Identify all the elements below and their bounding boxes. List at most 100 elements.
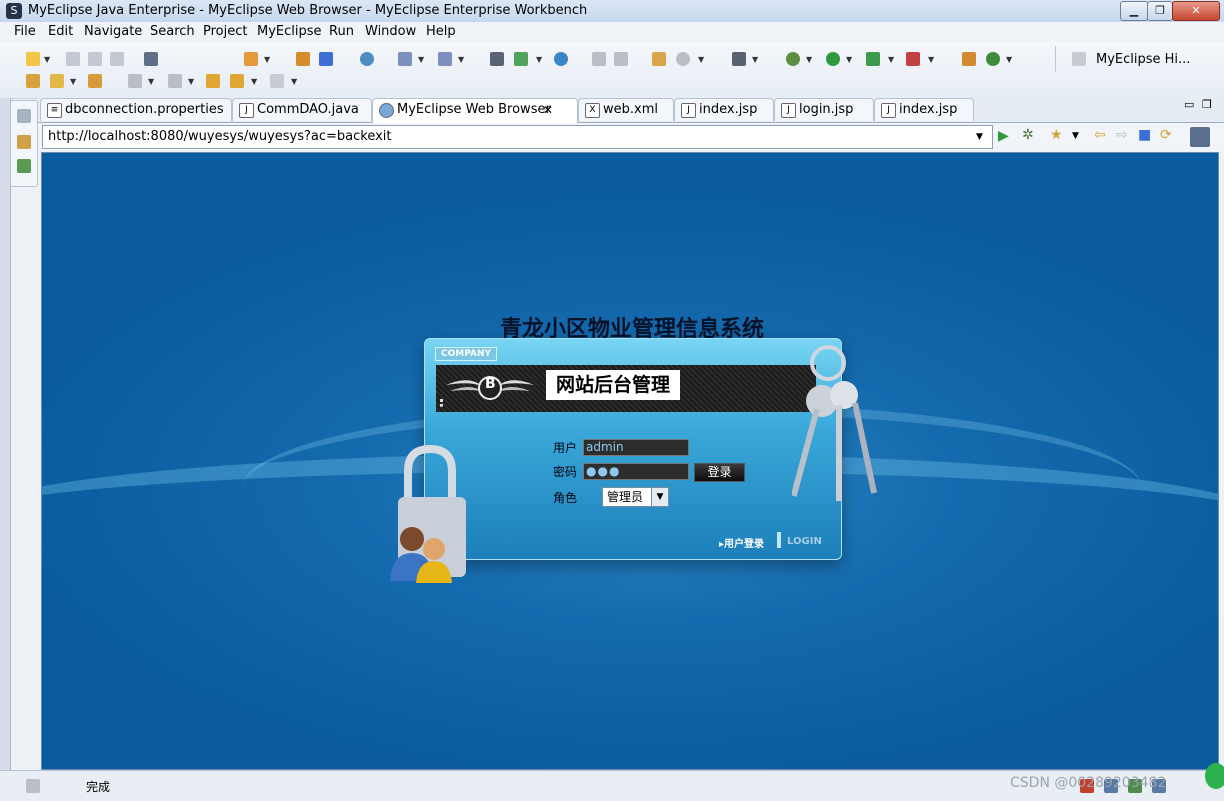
search-web-icon[interactable] <box>676 52 690 66</box>
browser-forward-icon[interactable]: ⇨ <box>1116 127 1128 143</box>
bookmark-icon[interactable] <box>88 74 102 88</box>
menu-window[interactable]: Window <box>365 24 416 39</box>
chevron-down-icon[interactable]: ▼ <box>651 488 668 506</box>
wizard2-dropdown-icon[interactable]: ▼ <box>458 55 464 64</box>
search-web-dropdown-icon[interactable]: ▼ <box>698 55 704 64</box>
role-select[interactable]: 管理员 ▼ <box>602 487 669 507</box>
menu-run[interactable]: Run <box>329 24 354 39</box>
network-speed-icon[interactable] <box>1205 763 1224 789</box>
user-login-link[interactable]: ▸用户登录 <box>719 535 764 550</box>
refresh-icon[interactable] <box>514 52 528 66</box>
pen-icon[interactable] <box>50 74 64 88</box>
last-edit-icon[interactable] <box>206 74 220 88</box>
maximize-editor-icon[interactable]: ❐ <box>1202 98 1212 111</box>
myeclipse-app-icon: S <box>6 3 22 19</box>
deploy-icon[interactable] <box>319 52 333 66</box>
menu-project[interactable]: Project <box>203 24 247 39</box>
tab-dbconnection-properties[interactable]: ≡ dbconnection.properties <box>40 98 232 121</box>
minimize-button[interactable]: ▁ <box>1120 1 1148 21</box>
run-dropdown-icon[interactable]: ▼ <box>846 55 852 64</box>
forward-icon[interactable] <box>270 74 284 88</box>
save-all-icon[interactable] <box>88 52 102 66</box>
menu-navigate[interactable]: Navigate <box>84 24 142 39</box>
perspective-switcher[interactable]: MyEclipse Hi... <box>1055 46 1221 72</box>
tab-commdao-java[interactable]: J CommDAO.java <box>232 98 372 121</box>
favorites-dropdown-icon[interactable]: ▼ <box>1072 131 1079 141</box>
hierarchy-view-icon[interactable] <box>17 159 31 173</box>
back-icon[interactable] <box>230 74 244 88</box>
cycle-dropdown-icon[interactable]: ▼ <box>1006 55 1012 64</box>
minimize-editor-icon[interactable]: ▭ <box>1184 98 1194 111</box>
server-icon[interactable] <box>360 52 374 66</box>
new-web-project-icon[interactable] <box>244 52 258 66</box>
monitor-dropdown-icon[interactable]: ▼ <box>752 55 758 64</box>
browser-refresh-icon[interactable]: ⟳ <box>1160 127 1172 143</box>
print-icon[interactable] <box>110 52 124 66</box>
run-external-icon[interactable] <box>866 52 880 66</box>
run-icon[interactable] <box>826 52 840 66</box>
tab-index-jsp[interactable]: J index.jsp <box>674 98 774 121</box>
forward-dropdown-icon[interactable]: ▼ <box>291 77 297 86</box>
refresh-dropdown-icon[interactable]: ▼ <box>536 55 542 64</box>
external-tools-icon[interactable] <box>906 52 920 66</box>
tab-login-jsp[interactable]: J login.jsp <box>774 98 874 121</box>
perspective-label[interactable]: MyEclipse Hi... <box>1096 52 1190 67</box>
binary-icon[interactable] <box>144 52 158 66</box>
hierarchy-icon[interactable] <box>490 52 504 66</box>
url-dropdown-icon[interactable]: ▼ <box>976 132 983 142</box>
editor-tabs: ≡ dbconnection.properties J CommDAO.java… <box>38 98 1224 123</box>
menu-file[interactable]: File <box>14 24 36 39</box>
maximize-button[interactable]: ❐ <box>1147 1 1173 21</box>
new-icon[interactable] <box>26 52 40 66</box>
menu-search[interactable]: Search <box>150 24 195 39</box>
menu-myeclipse[interactable]: MyEclipse <box>257 24 322 39</box>
close-button[interactable]: ✕ <box>1172 1 1220 21</box>
wizard2-icon[interactable] <box>438 52 452 66</box>
menu-help[interactable]: Help <box>426 24 456 39</box>
globe-icon[interactable] <box>554 52 568 66</box>
pen-dropdown-icon[interactable]: ▼ <box>70 77 76 86</box>
annotation-next-dropdown-icon[interactable]: ▼ <box>148 77 154 86</box>
open-type-icon[interactable] <box>962 52 976 66</box>
tab-web-xml[interactable]: X web.xml <box>578 98 674 121</box>
wizard-icon[interactable] <box>398 52 412 66</box>
package-explorer-icon[interactable] <box>17 135 31 149</box>
annotation-prev-dropdown-icon[interactable]: ▼ <box>188 77 194 86</box>
username-input[interactable]: admin <box>583 439 689 456</box>
open-folder-icon[interactable] <box>26 74 40 88</box>
annotation-prev-icon[interactable] <box>168 74 182 88</box>
debug-dropdown-icon[interactable]: ▼ <box>806 55 812 64</box>
debug-page-icon[interactable]: ✲ <box>1022 127 1034 143</box>
menu-edit[interactable]: Edit <box>48 24 73 39</box>
pointer-icon[interactable] <box>592 52 606 66</box>
stop-icon[interactable]: ■ <box>1138 127 1151 143</box>
tab-index-jsp-2[interactable]: J index.jsp <box>874 98 974 121</box>
monitor-icon[interactable] <box>732 52 746 66</box>
tab-web-browser[interactable]: MyEclipse Web Browser ✕ <box>372 98 578 123</box>
open-perspective-icon[interactable] <box>1072 52 1086 66</box>
web-project-dropdown-icon[interactable]: ▼ <box>264 55 270 64</box>
restore-icon[interactable] <box>17 109 31 123</box>
url-input[interactable]: http://localhost:8080/wuyesys/wuyesys?ac… <box>42 125 993 149</box>
pointer2-icon[interactable] <box>614 52 628 66</box>
fast-view-icon[interactable] <box>26 779 40 793</box>
tab-close-icon[interactable]: ✕ <box>543 99 553 121</box>
password-input[interactable]: ●●● <box>583 463 689 480</box>
left-window-edge <box>0 98 11 778</box>
database-icon[interactable] <box>652 52 666 66</box>
cycle-icon[interactable] <box>986 52 1000 66</box>
debug-icon[interactable] <box>786 52 800 66</box>
external-tools-dropdown-icon[interactable]: ▼ <box>928 55 934 64</box>
back-dropdown-icon[interactable]: ▼ <box>251 77 257 86</box>
wizard-dropdown-icon[interactable]: ▼ <box>418 55 424 64</box>
login-button[interactable]: 登录 <box>694 463 745 482</box>
myeclipse-browser-icon[interactable] <box>1190 127 1210 147</box>
go-icon[interactable]: ▶ <box>998 128 1009 144</box>
browser-back-icon[interactable]: ⇦ <box>1094 127 1106 143</box>
package-icon[interactable] <box>296 52 310 66</box>
annotation-next-icon[interactable] <box>128 74 142 88</box>
run-external-dropdown-icon[interactable]: ▼ <box>888 55 894 64</box>
favorites-icon[interactable]: ★ <box>1050 127 1063 143</box>
save-icon[interactable] <box>66 52 80 66</box>
new-dropdown-icon[interactable]: ▼ <box>44 55 50 64</box>
